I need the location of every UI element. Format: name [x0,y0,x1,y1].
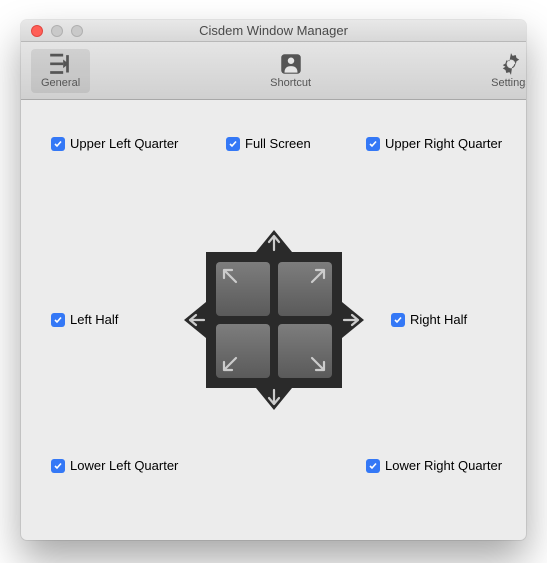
shortcut-icon [278,53,304,75]
checkbox-right-half-label: Right Half [410,312,467,327]
gear-icon [498,53,524,75]
toolbar: General Shortcut Settings [21,42,526,100]
window-layout-diagram [184,230,364,410]
tab-settings-label: Settings [491,77,526,89]
checkbox-lower-left-label: Lower Left Quarter [70,458,178,473]
traffic-lights [21,25,83,37]
tab-shortcut[interactable]: Shortcut [260,49,321,93]
app-window: Cisdem Window Manager General Shortcut S… [21,20,526,540]
maximize-button[interactable] [71,25,83,37]
checkbox-lower-left[interactable]: Lower Left Quarter [51,458,178,473]
tab-general-label: General [41,77,80,89]
checkbox-right-half[interactable]: Right Half [391,312,467,327]
checkbox-full-screen-label: Full Screen [245,136,311,151]
minimize-button[interactable] [51,25,63,37]
checkmark-icon [391,313,405,327]
checkmark-icon [366,137,380,151]
checkbox-left-half-label: Left Half [70,312,118,327]
checkbox-lower-right-label: Lower Right Quarter [385,458,502,473]
checkbox-upper-right[interactable]: Upper Right Quarter [366,136,502,151]
checkmark-icon [51,137,65,151]
checkbox-lower-right[interactable]: Lower Right Quarter [366,458,502,473]
tab-shortcut-label: Shortcut [270,77,311,89]
checkbox-left-half[interactable]: Left Half [51,312,118,327]
general-icon [48,53,74,75]
checkmark-icon [366,459,380,473]
checkmark-icon [51,313,65,327]
tab-general[interactable]: General [31,49,90,93]
content-area: Upper Left Quarter Full Screen Upper Rig… [21,100,526,540]
tab-settings[interactable]: Settings [481,49,526,93]
checkmark-icon [51,459,65,473]
checkbox-full-screen[interactable]: Full Screen [226,136,311,151]
close-button[interactable] [31,25,43,37]
titlebar: Cisdem Window Manager [21,20,526,42]
checkbox-upper-left-label: Upper Left Quarter [70,136,178,151]
checkbox-upper-left[interactable]: Upper Left Quarter [51,136,178,151]
window-title: Cisdem Window Manager [21,23,526,38]
checkmark-icon [226,137,240,151]
checkbox-upper-right-label: Upper Right Quarter [385,136,502,151]
